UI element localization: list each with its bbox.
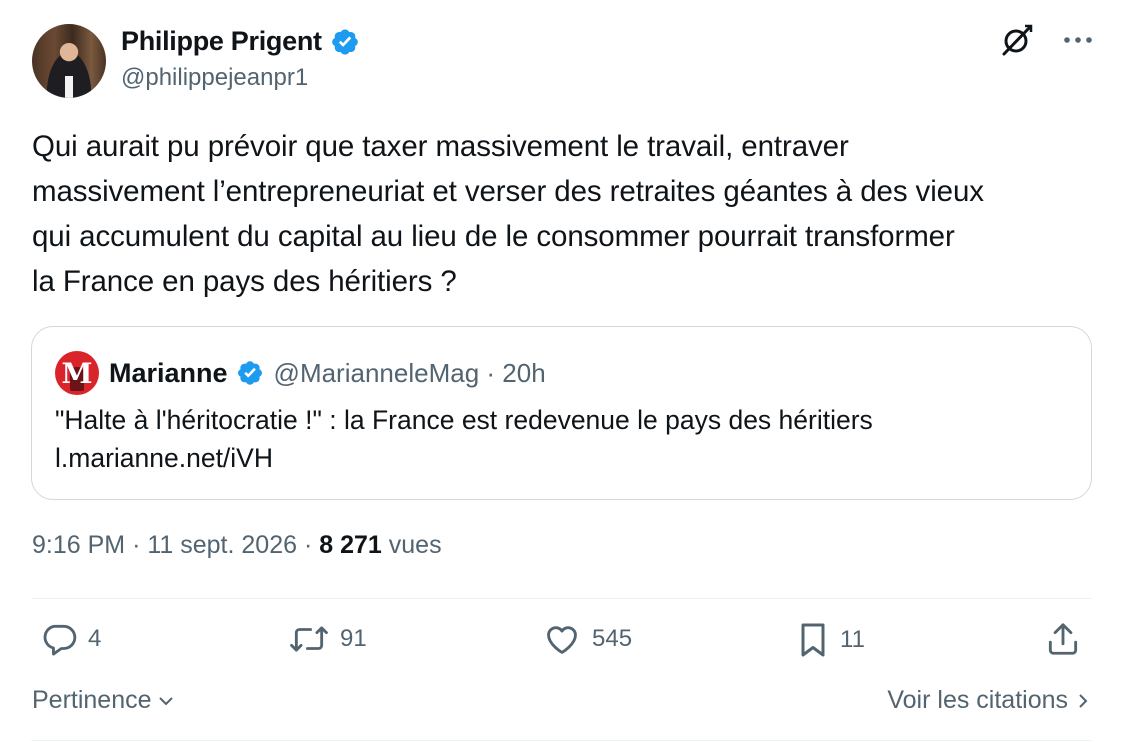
share-button[interactable] — [1044, 620, 1082, 658]
repost-button[interactable]: 91 — [288, 620, 367, 658]
tweet-date[interactable]: 11 sept. 2026 — [147, 531, 297, 559]
grok-icon[interactable] — [999, 22, 1035, 58]
divider — [31, 740, 1092, 741]
share-icon — [1048, 623, 1078, 655]
top-actions — [999, 22, 1093, 58]
quoted-handle: @MarianneleMag — [273, 357, 480, 388]
more-icon[interactable] — [1063, 35, 1093, 45]
quoted-avatar-letter: M — [61, 357, 93, 390]
reply-icon — [43, 624, 77, 656]
divider — [31, 598, 1092, 599]
bookmark-count: 11 — [840, 626, 865, 653]
tweet-time[interactable]: 9:16 PM — [32, 531, 125, 559]
like-button[interactable]: 545 — [542, 620, 632, 658]
tweet-text-line: Qui aurait pu prévoir que taxer massivem… — [32, 130, 849, 163]
chevron-down-icon — [158, 696, 173, 705]
quoted-avatar: M — [55, 351, 99, 395]
bookmark-icon — [801, 623, 825, 657]
reply-count: 4 — [88, 625, 102, 652]
tweet-meta: 9:16 PM · 11 sept. 2026 · 8 271 vues — [32, 531, 442, 559]
like-icon — [547, 626, 577, 654]
quoted-link[interactable]: l.marianne.net/iVH — [55, 439, 873, 477]
repost-icon — [290, 626, 328, 652]
author-name-row: Philippe Prigent — [121, 26, 360, 57]
author-name[interactable]: Philippe Prigent — [121, 26, 322, 57]
chevron-right-icon — [1079, 693, 1088, 708]
quoted-meta: @MarianneleMag · 20h — [273, 357, 546, 388]
verified-badge-icon — [237, 361, 262, 385]
repost-count: 91 — [340, 625, 367, 652]
quoted-tweet[interactable]: M Marianne @MarianneleMag · 20h "Halte à… — [31, 326, 1092, 500]
author-handle[interactable]: @philippejeanpr1 — [121, 64, 308, 92]
quoted-body: "Halte à l'héritocratie !" : la France e… — [55, 401, 873, 477]
verified-badge-icon[interactable] — [330, 27, 360, 57]
like-count: 545 — [592, 625, 633, 652]
tweet-text-line: qui accumulent du capital au lieu de le … — [32, 220, 955, 253]
quoted-header: M Marianne @MarianneleMag · 20h — [55, 351, 546, 395]
sort-label: Pertinence — [32, 686, 152, 714]
reply-button[interactable]: 4 — [40, 620, 101, 658]
author-avatar[interactable] — [32, 24, 106, 98]
tweet-text-line: la France en pays des héritiers ? — [32, 265, 457, 298]
action-bar: 4 91 545 11 — [36, 620, 1096, 670]
tweet-text: Qui aurait pu prévoir que taxer massivem… — [32, 124, 1102, 304]
quoted-age: 20h — [502, 357, 546, 388]
view-quotes-label: Voir les citations — [887, 686, 1068, 714]
quoted-text: "Halte à l'héritocratie !" : la France e… — [55, 405, 873, 435]
bookmark-button[interactable]: 11 — [796, 620, 865, 660]
views-label: vues — [388, 531, 442, 559]
sort-dropdown[interactable]: Pertinence — [32, 686, 176, 715]
replies-toolbar: Pertinence Voir les citations — [32, 686, 1092, 722]
quoted-name: Marianne — [109, 357, 228, 388]
views-count: 8 271 — [319, 531, 382, 559]
tweet-text-line: massivement l’entrepreneuriat et verser … — [32, 175, 984, 208]
view-quotes-link[interactable]: Voir les citations — [887, 686, 1090, 715]
